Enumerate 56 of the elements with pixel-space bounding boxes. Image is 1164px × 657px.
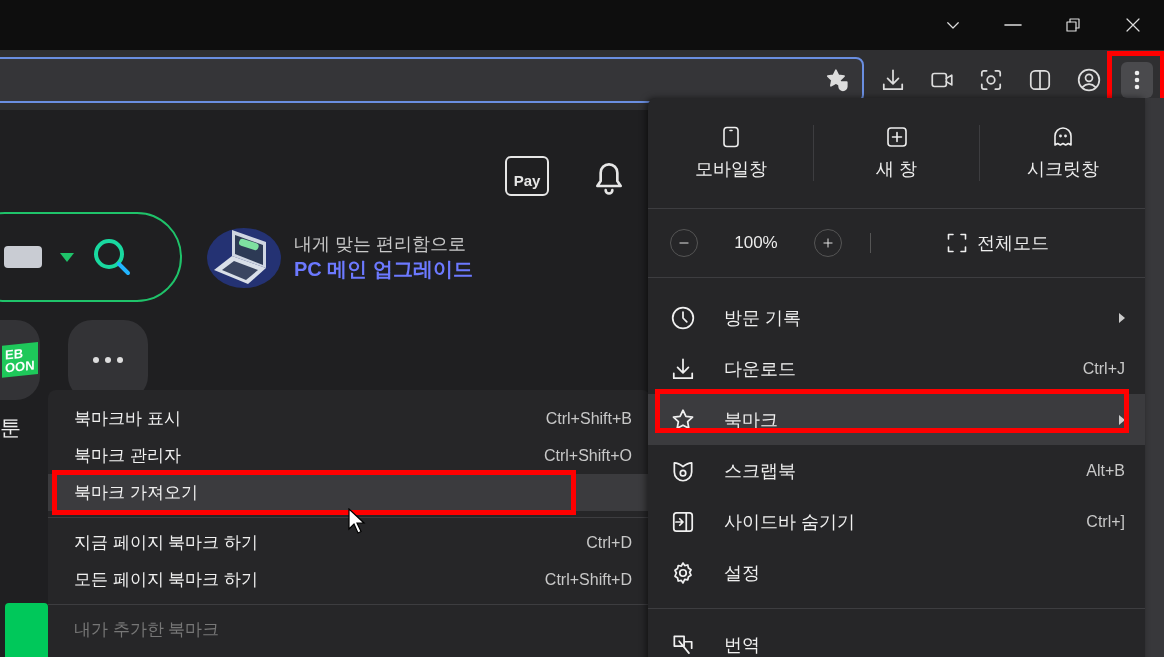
menu-item[interactable]: 지금 페이지 북마크 하기 Ctrl+D (48, 524, 650, 561)
menu-item-label: 북마크 가져오기 (74, 482, 198, 504)
fullscreen-button[interactable]: 전체모드 (939, 230, 1055, 256)
plus-icon (821, 236, 835, 250)
banner-strip (5, 603, 48, 657)
split-icon (1027, 67, 1053, 93)
menu-button[interactable] (1121, 62, 1153, 98)
menu-item[interactable]: 번역 (648, 619, 1145, 657)
shortcut-text: Ctrl+D (586, 533, 632, 552)
dropdown-icon (60, 252, 74, 262)
cursor-icon (348, 508, 366, 534)
download-icon (880, 67, 906, 93)
star-add-icon (824, 67, 850, 93)
menu-item[interactable]: 모든 페이지 북마크 하기 Ctrl+Shift+D (48, 561, 650, 598)
zoom-level: 100% (733, 233, 779, 253)
shortcut-text: Ctrl+Shift+O (543, 446, 632, 465)
menu-item-label: 북마크바 표시 (74, 408, 181, 430)
banner-link[interactable]: PC 메인 업그레이드 (294, 255, 473, 283)
shortcut-label: 툰 (0, 415, 21, 441)
search-field[interactable] (0, 212, 182, 302)
profile-icon (1076, 67, 1102, 93)
submenu-arrow-icon (1119, 312, 1125, 323)
address-field[interactable] (0, 57, 864, 103)
keyboard-icon (4, 246, 42, 268)
fullscreen-icon (945, 231, 969, 255)
shortcut-text: Ctrl+J (1082, 359, 1125, 378)
shortcut-text: Ctrl+] (1086, 512, 1125, 531)
quick-action-button[interactable]: 새 창 (814, 124, 979, 182)
menu-item[interactable]: 사이드바 숨기기 Ctrl+] (648, 496, 1145, 547)
menu-item-label: 모든 페이지 북마크 하기 (74, 569, 259, 591)
restore-icon (1064, 16, 1082, 34)
submenu-arrow-icon (1119, 414, 1125, 425)
menu-item-label: 북마크 관리자 (74, 445, 181, 467)
minimize-icon (1004, 24, 1022, 26)
clock-icon (670, 304, 696, 331)
menu-item[interactable]: 북마크바 표시 Ctrl+Shift+B (48, 400, 650, 437)
pay-icon[interactable]: Pay (505, 156, 549, 196)
shortcut-text: Alt+B (1086, 461, 1125, 480)
menu-item[interactable]: 스크랩북 Alt+B (648, 445, 1145, 496)
menu-item[interactable]: 다운로드 Ctrl+J (648, 343, 1145, 394)
quick-action-button[interactable]: 모바일창 (648, 124, 813, 182)
shortcut-text: Ctrl+Shift+B (545, 409, 632, 428)
webtoon-logo: EB OON (2, 342, 38, 378)
close-icon (1124, 16, 1142, 34)
menu-item[interactable]: 북마크 관리자 Ctrl+Shift+O (48, 437, 650, 474)
shortcut-text: Ctrl+Shift+D (544, 570, 632, 589)
menu-item[interactable]: 설정 (648, 547, 1145, 598)
banner-text: 내게 맞는 편리함으로 (294, 232, 467, 256)
plus-square-icon (884, 125, 909, 149)
menu-item[interactable]: 방문 기록 (648, 292, 1145, 343)
menu-item-label: 지금 페이지 북마크 하기 (74, 532, 259, 554)
menu-icon (1134, 70, 1140, 90)
capture-icon (978, 67, 1004, 93)
quick-action-button[interactable]: 시크릿창 (980, 124, 1145, 182)
search-icon (92, 237, 132, 277)
menu-item-label: 내가 추가한 북마크 (74, 619, 220, 641)
